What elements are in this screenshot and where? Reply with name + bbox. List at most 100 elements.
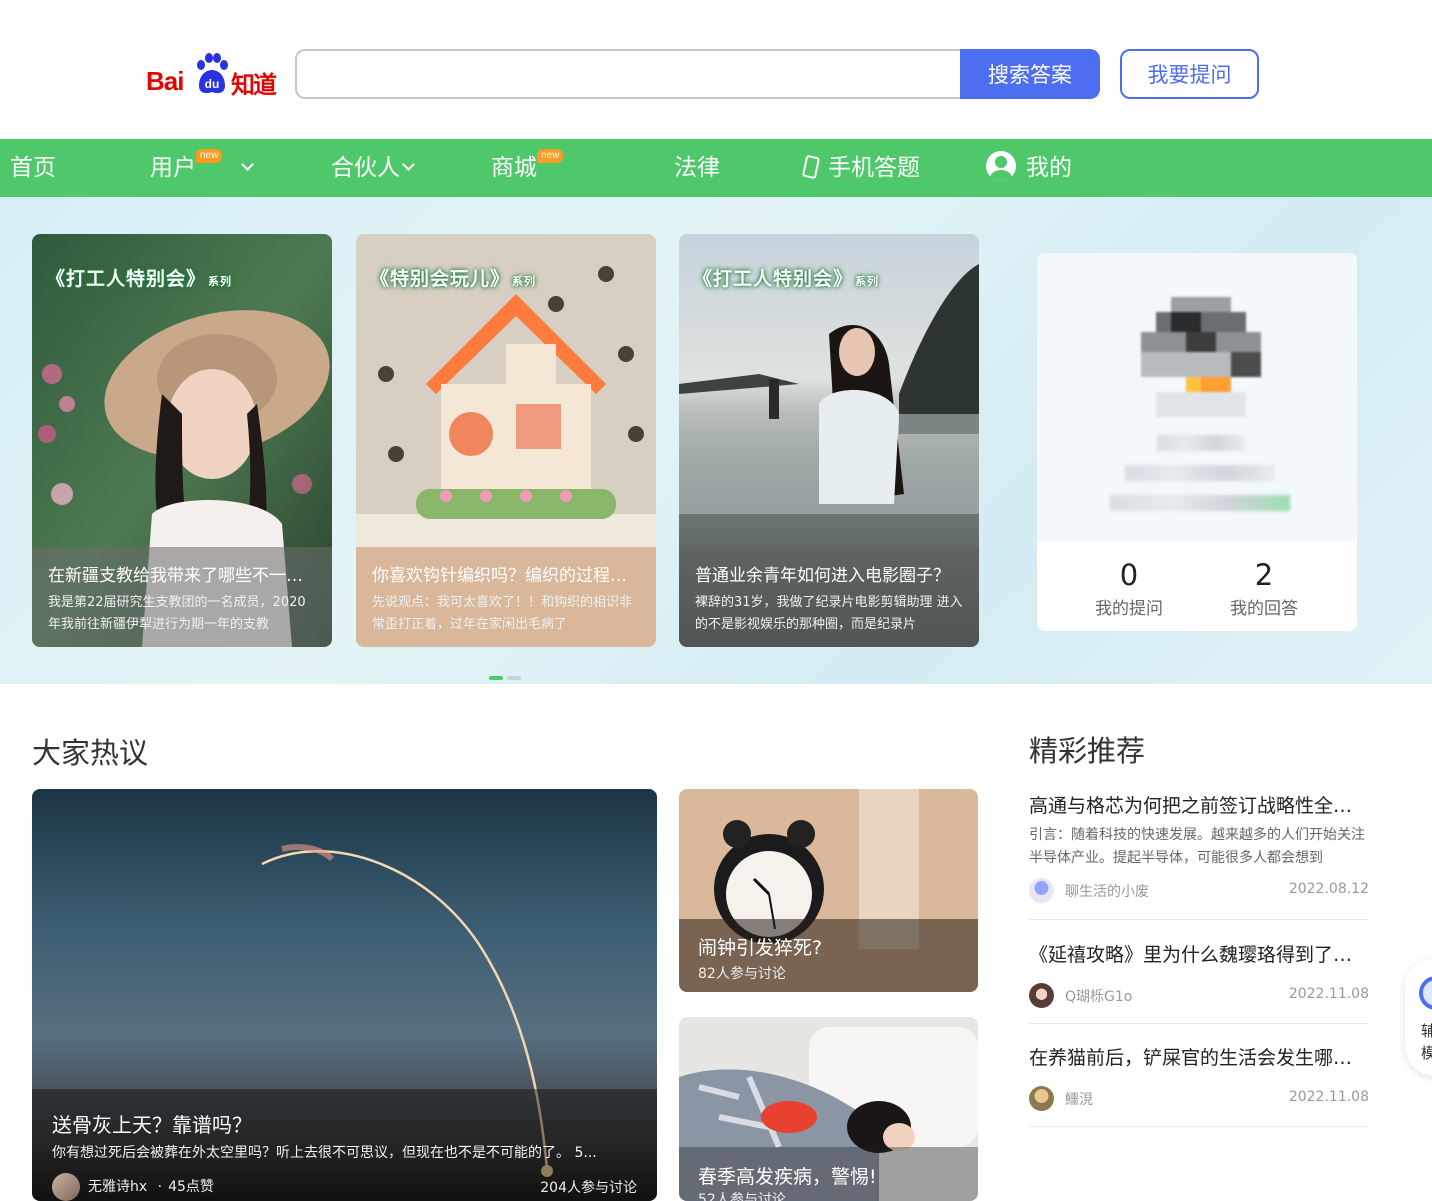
nav-item-label: 合伙人 bbox=[331, 155, 400, 181]
ask-question-button[interactable]: 我要提问 bbox=[1120, 49, 1259, 99]
card-title: 你喜欢钩针编织吗？编织的过程是怎样的？ bbox=[372, 566, 640, 586]
phone-icon bbox=[801, 154, 821, 180]
logo-text-bai: Bai bbox=[146, 66, 184, 96]
recommend-desc: 引言：随着科技的快速发展。越来越多的人们开始关注半导体产业。提起半导体，可能很多… bbox=[1029, 827, 1365, 866]
header: Bai du 知道 搜索答案 我要提问 bbox=[0, 0, 1432, 139]
banner-card[interactable]: 《打工人特别会》系列 在新疆支教给我带来了哪些不一样的体验？ 我是第22届研究生… bbox=[32, 234, 332, 647]
search-answer-button[interactable]: 搜索答案 bbox=[960, 49, 1100, 99]
nav-item-mall[interactable]: 商城 new bbox=[491, 139, 564, 197]
profile-top bbox=[1037, 253, 1357, 541]
series-label: 《打工人特别会》 系列 bbox=[46, 268, 233, 290]
recommend-date: 2022.11.08 bbox=[1288, 1089, 1369, 1105]
author-name[interactable]: 聊生活的小废 bbox=[1065, 881, 1149, 901]
answers-count: 2 bbox=[1254, 558, 1274, 592]
blurred-level bbox=[1125, 465, 1275, 481]
baidu-zhidao-logo[interactable]: Bai du 知道 bbox=[146, 52, 278, 99]
page: Bai du 知道 搜索答案 我要提问 首页 用户 new 合伙人 商城 new… bbox=[0, 0, 1432, 1201]
hot-small-title: 闹钟引发猝死? bbox=[698, 937, 823, 959]
likes-count: 45点赞 bbox=[168, 1179, 214, 1195]
hot-main-meta: 无雅诗hx · 45点赞 204人参与讨论 bbox=[52, 1173, 637, 1201]
hot-small-card[interactable]: 闹钟引发猝死? 82人参与讨论 bbox=[679, 789, 978, 992]
nav-item-label: 用户 bbox=[150, 155, 196, 181]
card-caption: 在新疆支教给我带来了哪些不一样的体验？ 我是第22届研究生支教团的一名成员，20… bbox=[32, 547, 332, 647]
recommend-item[interactable]: 在养猫前后，铲屎官的生活会发生哪些变化？ 鱷涀 2022.11.08 bbox=[1029, 1043, 1369, 1127]
recommend-item[interactable]: 高通与格芯为何把之前签订战略性全面合作协议 引言：随着科技的快速发展。越来越多的… bbox=[1029, 791, 1369, 920]
questions-label: 我的提问 bbox=[1095, 599, 1163, 619]
hot-section-title: 大家热议 bbox=[32, 736, 149, 770]
hot-main-desc: 你有想过死后会被葬在外太空里吗？听上去很不可思议，但现在也不是不可能的了。 5.… bbox=[52, 1145, 597, 1161]
nav-item-label: 首页 bbox=[10, 155, 56, 181]
card-desc: 先说观点：我可太喜欢了！！和钩织的相识非常歪打正着，过年在家闲出毛病了 bbox=[372, 595, 633, 632]
hot-small-title: 春季高发疾病，警惕! bbox=[698, 1166, 877, 1188]
author-name[interactable]: Q瑚栎G1o bbox=[1065, 986, 1132, 1006]
nav-item-users[interactable]: 用户 new bbox=[150, 139, 255, 197]
nav-item-label: 手机答题 bbox=[828, 155, 920, 181]
nav-item-law[interactable]: 法律 bbox=[674, 139, 720, 197]
recommend-meta: 聊生活的小废 2022.08.12 bbox=[1029, 876, 1369, 904]
recommend-title[interactable]: 在养猫前后，铲屎官的生活会发生哪些变化？ bbox=[1029, 1043, 1369, 1070]
new-badge: new bbox=[537, 149, 564, 163]
assist-icon bbox=[1419, 976, 1432, 1010]
card-desc: 我是第22届研究生支教团的一名成员，2020年我前往新疆伊犁进行为期一年的支教 bbox=[48, 595, 306, 632]
main-nav: 首页 用户 new 合伙人 商城 new 法律 手机答题 我的 bbox=[0, 139, 1432, 197]
my-questions-stat[interactable]: 0 我的提问 bbox=[1069, 558, 1189, 619]
recommend-meta: 鱷涀 2022.11.08 bbox=[1029, 1084, 1369, 1112]
nav-item-label: 商城 bbox=[491, 155, 537, 181]
recommend-section-title: 精彩推荐 bbox=[1029, 734, 1146, 768]
hot-main-card[interactable]: 送骨灰上天？靠谱吗？ 你有想过死后会被葬在外太空里吗？听上去很不可思议，但现在也… bbox=[32, 789, 657, 1201]
chevron-down-icon bbox=[241, 158, 255, 171]
banner-card[interactable]: 《特别会玩儿》系列 你喜欢钩针编织吗？编织的过程是怎样的？ 先说观点：我可太喜欢… bbox=[356, 234, 656, 647]
author-avatar[interactable] bbox=[52, 1173, 80, 1201]
assist-widget-label: 辅模 bbox=[1421, 1022, 1432, 1062]
logo-text-du: du bbox=[205, 77, 220, 91]
hot-small-meta: 82人参与讨论 bbox=[698, 966, 786, 982]
rocket-launch-image bbox=[32, 789, 657, 1201]
banner-card[interactable]: 《打工人特别会》 系列 普通业余青年如何进入电影圈子？ 裸辞的31岁，我做了纪录片… bbox=[679, 234, 979, 647]
recommend-title[interactable]: 高通与格芯为何把之前签订战略性全面合作协议 bbox=[1029, 791, 1369, 818]
author-avatar[interactable] bbox=[1029, 878, 1054, 903]
participants-count: 204人参与讨论 bbox=[540, 1180, 637, 1196]
recommend-date: 2022.08.12 bbox=[1288, 881, 1369, 897]
hot-small-meta: 52人参与讨论 bbox=[698, 1192, 786, 1201]
nav-item-partner[interactable]: 合伙人 bbox=[331, 139, 415, 197]
card-title: 在新疆支教给我带来了哪些不一样的体验？ bbox=[48, 566, 316, 586]
recommend-meta: Q瑚栎G1o 2022.11.08 bbox=[1029, 981, 1369, 1009]
hot-main-title: 送骨灰上天？靠谱吗？ bbox=[52, 1113, 252, 1137]
blurred-username bbox=[1157, 435, 1245, 451]
author-avatar[interactable] bbox=[1029, 983, 1054, 1008]
carousel-dot[interactable] bbox=[489, 676, 503, 680]
profile-card: 0 我的提问 2 我的回答 bbox=[1037, 253, 1357, 631]
user-icon bbox=[986, 151, 1016, 181]
avatar[interactable] bbox=[1141, 297, 1261, 417]
carousel-dots bbox=[489, 665, 525, 684]
assist-mode-widget[interactable]: 辅模 bbox=[1405, 958, 1432, 1076]
nav-item-mobile-answer[interactable]: 手机答题 bbox=[801, 139, 920, 197]
chevron-down-icon bbox=[402, 158, 415, 171]
author-name[interactable]: 无雅诗hx bbox=[88, 1179, 147, 1195]
nav-item-label: 我的 bbox=[1026, 155, 1072, 181]
recommend-date: 2022.11.08 bbox=[1288, 986, 1369, 1002]
hot-small-card[interactable]: 春季高发疾病，警惕! 52人参与讨论 bbox=[679, 1017, 978, 1201]
series-label: 《打工人特别会》 系列 bbox=[693, 268, 880, 290]
author-avatar[interactable] bbox=[1029, 1086, 1054, 1111]
answers-label: 我的回答 bbox=[1230, 599, 1298, 619]
banner: 《打工人特别会》系列 在新疆支教给我带来了哪些不一样的体验？ 我是第22届研究生… bbox=[0, 197, 1432, 684]
nav-item-home[interactable]: 首页 bbox=[10, 139, 56, 197]
blurred-progress bbox=[1110, 495, 1290, 511]
author-name[interactable]: 鱷涀 bbox=[1065, 1089, 1093, 1109]
alarm-clock-image bbox=[679, 789, 978, 992]
nav-item-label: 法律 bbox=[674, 155, 720, 181]
card-caption: 你喜欢钩针编织吗？编织的过程是怎样的？ 先说观点：我可太喜欢了！！和钩织的相识非… bbox=[356, 547, 656, 647]
questions-count: 0 bbox=[1119, 558, 1139, 592]
carousel-dot[interactable] bbox=[507, 676, 521, 680]
paw-icon: du bbox=[197, 53, 228, 94]
recommend-title[interactable]: 《延禧攻略》里为什么魏璎珞得到了皇上的宠爱 bbox=[1029, 940, 1369, 967]
search-input[interactable] bbox=[295, 49, 963, 99]
series-label: 《特别会玩儿》 系列 bbox=[370, 268, 537, 290]
card-caption: 普通业余青年如何进入电影圈子？ 裸辞的31岁，我做了纪录片电影剪辑助理 进入的不… bbox=[679, 547, 979, 647]
recommend-item[interactable]: 《延禧攻略》里为什么魏璎珞得到了皇上的宠爱 Q瑚栎G1o 2022.11.08 bbox=[1029, 940, 1369, 1024]
new-badge: new bbox=[196, 149, 223, 163]
nav-item-mine[interactable]: 我的 bbox=[986, 139, 1072, 197]
logo-text-zhidao: 知道 bbox=[231, 71, 277, 99]
my-answers-stat[interactable]: 2 我的回答 bbox=[1204, 558, 1324, 619]
